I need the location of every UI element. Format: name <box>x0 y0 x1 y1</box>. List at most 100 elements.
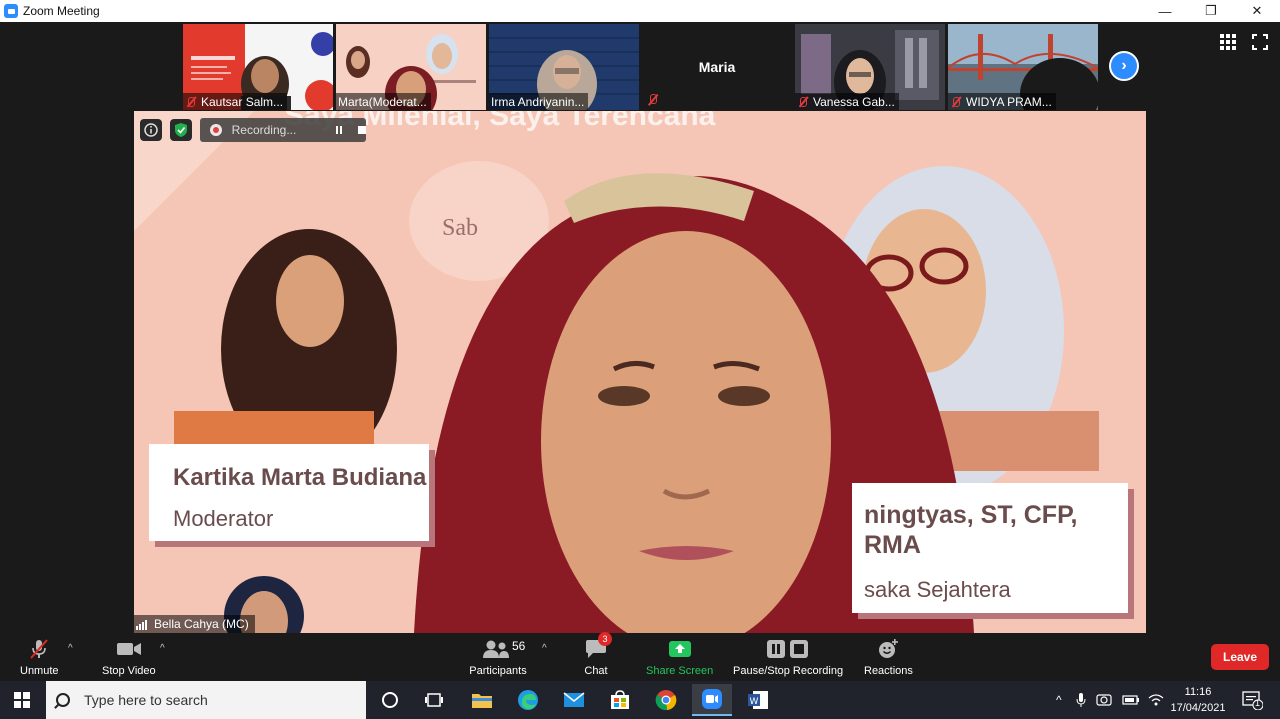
tray-expand-icon[interactable]: ^ <box>1056 693 1062 707</box>
chat-bubble-icon: 3 <box>584 632 612 661</box>
camera-tray-icon[interactable] <box>1096 692 1114 708</box>
zoom-app: Zoom Meeting — ❐ ✕ Kautsar Salm... Marta… <box>0 0 1280 719</box>
folder-icon <box>472 694 492 708</box>
minimize-button[interactable]: — <box>1142 0 1188 22</box>
participant-name: WIDYA PRAM... <box>966 94 1052 109</box>
microphone-icon[interactable] <box>1076 692 1086 708</box>
slide-speaker-card-right: ningtyas, ST, CFP, RMA saka Sejahtera <box>852 483 1128 613</box>
next-page-arrow-icon[interactable]: › <box>1109 51 1139 81</box>
encryption-shield-icon[interactable] <box>170 119 192 141</box>
participant-thumbnail[interactable]: WIDYA PRAM... <box>948 24 1098 110</box>
participant-thumbnail[interactable]: Marta(Moderat... <box>336 24 486 110</box>
edge-browser-button[interactable] <box>508 684 548 716</box>
chat-button[interactable]: 3 Chat <box>584 632 612 677</box>
windows-logo-icon <box>14 692 30 708</box>
recording-indicator: Recording... <box>200 118 366 142</box>
taskbar-clock[interactable]: 11:16 17/04/2021 <box>1166 684 1230 716</box>
participant-thumbnail[interactable]: Irma Andriyanin... <box>489 24 639 110</box>
participant-name: Marta(Moderat... <box>338 94 427 109</box>
pause-stop-icon <box>766 637 810 661</box>
recording-label: Recording... <box>231 123 297 137</box>
task-view-button[interactable] <box>414 684 454 716</box>
chrome-icon <box>655 690 677 711</box>
stop-video-button[interactable]: Stop Video <box>102 637 156 677</box>
notification-count: 1 <box>1255 698 1261 708</box>
active-speaker-video: Saya Milenial, Saya Terencana Sab Kartik… <box>134 111 1146 633</box>
taskbar-search-box[interactable]: Type here to search <box>46 681 366 719</box>
file-explorer-button[interactable] <box>462 684 502 716</box>
participants-label: Participants <box>469 665 527 677</box>
cortana-button[interactable] <box>370 684 410 716</box>
recording-dot-icon <box>210 124 222 136</box>
task-view-icon <box>425 693 443 707</box>
participants-options-caret-icon[interactable]: ^ <box>542 643 547 654</box>
wifi-icon[interactable] <box>1148 693 1164 707</box>
participant-name-tag: WIDYA PRAM... <box>948 93 1056 110</box>
pause-recording-icon[interactable] <box>331 122 346 138</box>
participant-thumbnail[interactable]: Vanessa Gab... <box>795 24 945 110</box>
zoom-icon <box>702 689 722 709</box>
share-screen-label: Share Screen <box>646 665 714 677</box>
participant-count: 56 <box>512 639 526 653</box>
restore-button[interactable]: ❐ <box>1188 0 1234 22</box>
store-button[interactable] <box>600 684 640 716</box>
slide-text: Sab <box>442 215 478 241</box>
muted-mic-icon <box>950 96 962 108</box>
participant-name: Maria <box>698 59 736 75</box>
recording-bar: Recording... <box>140 118 366 142</box>
participants-icon: 56 <box>468 637 528 661</box>
edge-icon <box>518 690 538 710</box>
participant-name: Kautsar Salm... <box>201 94 284 109</box>
participant-thumbnail[interactable]: Kautsar Salm... <box>183 24 333 110</box>
windows-taskbar: Type here to search W ^ 11:16 17/04/2021… <box>0 681 1280 719</box>
muted-mic-icon <box>28 637 50 661</box>
signal-strength-icon <box>136 618 150 630</box>
chrome-button[interactable] <box>646 684 686 716</box>
slide-speaker-card-left: Kartika Marta Budiana Moderator <box>149 444 429 541</box>
mail-button[interactable] <box>554 684 594 716</box>
share-screen-icon <box>668 637 692 661</box>
speaker-name-tag: Bella Cahya (MC) <box>134 615 255 633</box>
battery-icon[interactable] <box>1122 694 1140 706</box>
stop-video-label: Stop Video <box>102 665 156 677</box>
chat-label: Chat <box>584 665 608 677</box>
zoom-logo-icon <box>4 4 18 18</box>
video-options-caret-icon[interactable]: ^ <box>160 643 165 654</box>
svg-text:W: W <box>750 697 759 707</box>
stop-recording-icon[interactable] <box>358 126 366 134</box>
speaker-company: saka Sejahtera <box>864 577 1011 602</box>
meeting-area: Kautsar Salm... Marta(Moderat... Irma An… <box>0 22 1280 633</box>
muted-mic-icon <box>185 96 197 108</box>
title-bar: Zoom Meeting — ❐ ✕ <box>0 0 1280 22</box>
participant-thumbnail[interactable]: Maria <box>642 24 792 110</box>
reactions-label: Reactions <box>864 665 913 677</box>
participant-name-tag: Irma Andriyanin... <box>489 93 589 110</box>
moderator-role: Moderator <box>173 506 274 531</box>
close-button[interactable]: ✕ <box>1234 0 1280 22</box>
participant-name-tag: Kautsar Salm... <box>183 93 288 110</box>
audio-options-caret-icon[interactable]: ^ <box>68 643 73 654</box>
mail-icon <box>563 692 585 707</box>
search-placeholder: Type here to search <box>84 692 208 708</box>
pause-stop-recording-button[interactable]: Pause/Stop Recording <box>733 637 843 677</box>
word-button[interactable]: W <box>738 684 778 716</box>
reactions-button[interactable]: Reactions <box>864 637 913 677</box>
video-camera-icon <box>116 637 142 661</box>
leave-button[interactable]: Leave <box>1211 644 1269 670</box>
zoom-taskbar-button[interactable] <box>692 684 732 716</box>
participant-name-tag: Vanessa Gab... <box>795 93 899 110</box>
share-screen-button[interactable]: Share Screen <box>646 637 713 677</box>
start-button[interactable] <box>0 681 44 719</box>
store-bag-icon <box>611 690 629 709</box>
meeting-toolbar: Unmute ^ Stop Video ^ 56 Participants ^ … <box>0 632 1280 681</box>
gallery-view-icon[interactable] <box>1220 34 1236 50</box>
fullscreen-icon[interactable] <box>1252 34 1268 50</box>
unmute-button[interactable]: Unmute <box>20 637 59 677</box>
unmute-label: Unmute <box>20 665 59 677</box>
clock-time: 11:16 <box>1184 686 1212 698</box>
participants-button[interactable]: 56 Participants <box>468 637 528 677</box>
notifications-button[interactable]: 1 <box>1234 684 1270 716</box>
pause-stop-recording-label: Pause/Stop Recording <box>733 665 844 677</box>
word-icon: W <box>748 691 768 709</box>
meeting-info-icon[interactable] <box>140 119 162 141</box>
